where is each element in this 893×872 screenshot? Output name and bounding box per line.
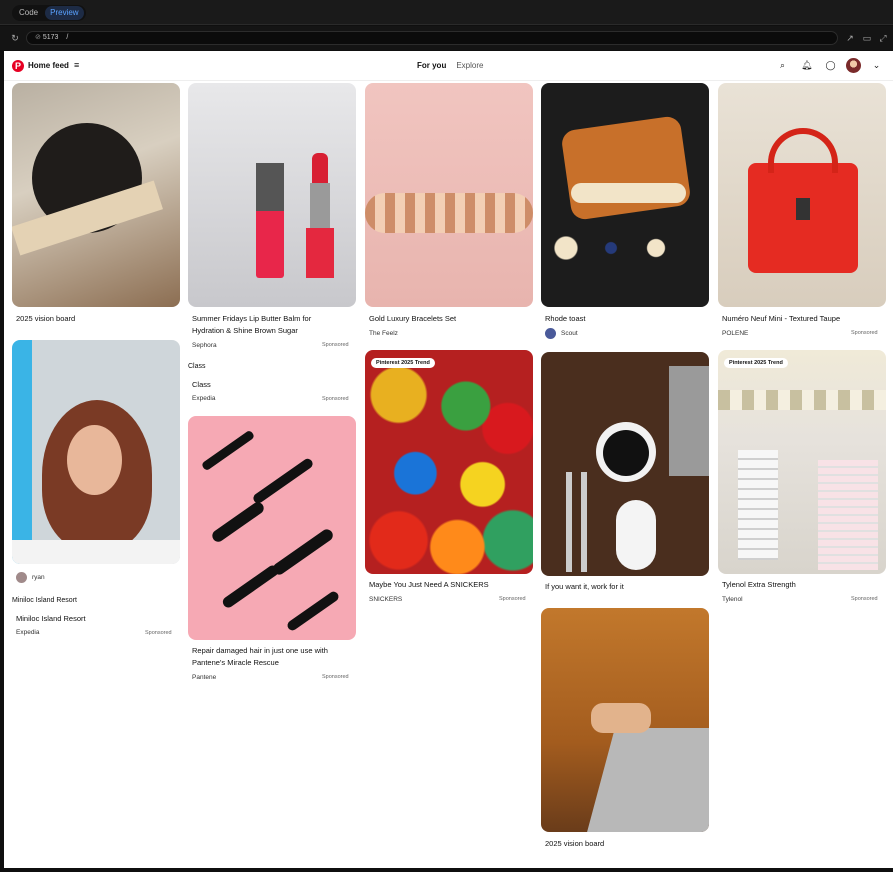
address-bar-row: ↻ ⊘ 5173 / ↗ ▭ ⤢ <box>0 26 893 50</box>
tab-preview[interactable]: Preview <box>45 6 84 20</box>
reload-icon[interactable]: ↻ <box>10 33 20 43</box>
tab-code[interactable]: Code <box>14 6 43 20</box>
chevron-down-icon[interactable]: ⌄ <box>871 60 882 71</box>
feed-tabs: For you Explore <box>417 61 483 70</box>
sponsored-label: Sponsored <box>145 630 172 636</box>
avatar[interactable] <box>846 58 861 73</box>
pin-title[interactable]: Gold Luxury Bracelets Set <box>369 313 456 324</box>
sponsored-label: Sponsored <box>851 330 878 336</box>
ide-topbar: Code Preview <box>0 0 893 25</box>
trend-badge: Pinterest 2025 Trend <box>724 358 788 368</box>
fullscreen-icon[interactable]: ⤢ <box>878 33 888 43</box>
pin-user[interactable]: ryan <box>32 574 45 581</box>
tab-for-you[interactable]: For you <box>417 61 446 70</box>
pin-title[interactable]: Tylenol Extra Strength <box>722 579 796 590</box>
pin-title[interactable]: Numéro Neuf Mini - Textured Taupe <box>722 313 840 324</box>
pin-title[interactable]: Class <box>192 379 211 390</box>
home-feed-label[interactable]: Home feed <box>28 61 69 70</box>
broken-image-alt[interactable]: Class <box>188 363 206 370</box>
pin-image-toast[interactable] <box>541 83 709 307</box>
pin-title[interactable]: Maybe You Just Need A SNICKERS <box>369 579 489 590</box>
sponsored-label: Sponsored <box>851 596 878 602</box>
broken-image-alt[interactable]: Miniloc Island Resort <box>12 597 77 604</box>
pin-image-pharmacy[interactable]: Pinterest 2025 Trend <box>718 350 886 574</box>
sponsored-label: Sponsored <box>499 596 526 602</box>
menu-icon[interactable]: ≡ <box>74 60 79 70</box>
pin-title[interactable]: 2025 vision board <box>16 313 75 324</box>
pin-title-line1[interactable]: Repair damaged hair in just one use with <box>192 645 328 656</box>
pin-title[interactable]: If you want it, work for it <box>545 581 624 592</box>
pin-image-bag[interactable] <box>718 83 886 307</box>
pin-image-mascara[interactable] <box>188 416 356 640</box>
pin-image-pug[interactable] <box>12 83 180 307</box>
pin-source[interactable]: Tylenol <box>722 596 743 603</box>
globe-icon: ⊘ <box>35 34 41 41</box>
pin-title[interactable]: 2025 vision board <box>545 838 604 849</box>
devices-icon[interactable]: ▭ <box>862 33 872 43</box>
open-external-icon[interactable]: ↗ <box>845 33 855 43</box>
pin-title-line1[interactable]: Summer Fridays Lip Butter Balm for <box>192 313 311 324</box>
pin-title-line2[interactable]: Pantene's Miracle Rescue <box>192 657 279 668</box>
pin-user[interactable]: Scout <box>561 330 578 337</box>
preview-viewport: P Home feed ≡ For you Explore ⌕ 🔔︎ ◯ ⌄ 2… <box>4 51 893 868</box>
pin-source[interactable]: Sephora <box>192 342 217 349</box>
sponsored-label: Sponsored <box>322 396 349 402</box>
user-avatar[interactable] <box>16 572 27 583</box>
bell-icon[interactable]: 🔔︎ <box>801 60 812 71</box>
user-avatar[interactable] <box>545 328 556 339</box>
pin-source[interactable]: Expedia <box>16 629 40 636</box>
pin-title[interactable]: Rhode toast <box>545 313 585 324</box>
pin-image-gummy-bears[interactable]: Pinterest 2025 Trend <box>365 350 533 574</box>
pin-source[interactable]: The Feelz <box>369 330 398 337</box>
port-label: 5173 <box>42 34 59 41</box>
pin-title[interactable]: Miniloc Island Resort <box>16 613 86 624</box>
pin-image-woman[interactable] <box>12 340 180 564</box>
pin-image-desk[interactable] <box>541 352 709 576</box>
pin-image-laptop[interactable] <box>541 608 709 832</box>
pin-image-lipstick[interactable] <box>188 83 356 307</box>
search-icon[interactable]: ⌕ <box>777 60 788 71</box>
pin-source[interactable]: Expedia <box>192 395 216 402</box>
tab-explore[interactable]: Explore <box>456 61 483 70</box>
pin-image-bracelet[interactable] <box>365 83 533 307</box>
path-label: / <box>66 34 69 41</box>
trend-badge: Pinterest 2025 Trend <box>371 358 435 368</box>
pin-source[interactable]: SNICKERS <box>369 596 402 603</box>
view-toggle: Code Preview <box>12 5 86 21</box>
chat-icon[interactable]: ◯ <box>825 60 836 71</box>
pin-title-line2[interactable]: Hydration & Shine Brown Sugar <box>192 325 298 336</box>
pin-source[interactable]: Pantene <box>192 674 216 681</box>
pinterest-logo-icon[interactable]: P <box>12 60 24 72</box>
sponsored-label: Sponsored <box>322 342 349 348</box>
sponsored-label: Sponsored <box>322 674 349 680</box>
pin-source[interactable]: POLENE <box>722 330 748 337</box>
address-bar[interactable]: ⊘ 5173 / <box>26 31 838 45</box>
app-header: P Home feed ≡ For you Explore ⌕ 🔔︎ ◯ ⌄ <box>4 51 893 81</box>
